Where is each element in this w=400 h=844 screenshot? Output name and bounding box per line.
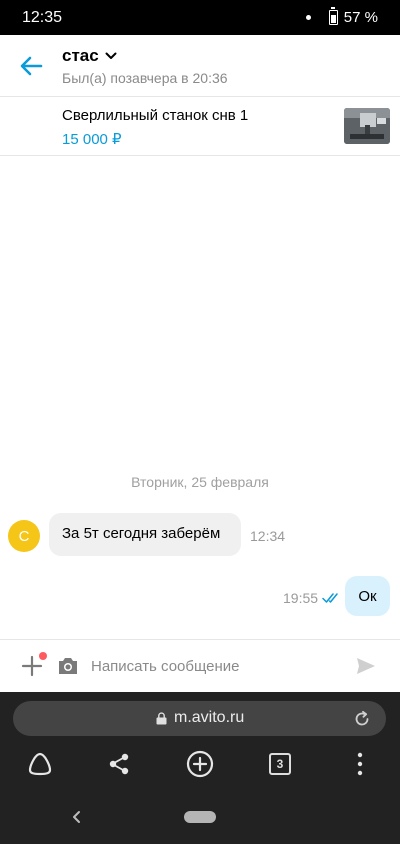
message-input[interactable] xyxy=(91,653,341,679)
address-bar[interactable]: m.avito.ru xyxy=(13,701,386,736)
last-seen-status: Был(а) позавчера в 20:36 xyxy=(62,70,228,86)
message-composer xyxy=(0,639,400,692)
status-right: 57 % xyxy=(305,7,378,26)
lock-icon xyxy=(156,712,167,725)
alice-icon[interactable] xyxy=(26,750,54,778)
avatar[interactable]: С xyxy=(8,520,40,552)
contact-name: стас xyxy=(62,46,99,65)
outgoing-message-bubble[interactable]: Ок xyxy=(345,576,390,616)
more-menu-icon[interactable] xyxy=(346,750,374,778)
drill-press-image xyxy=(344,108,390,144)
tabs-icon: 3 xyxy=(269,753,291,775)
home-pill-icon[interactable] xyxy=(184,811,216,823)
chat-header: стас Был(а) позавчера в 20:36 xyxy=(0,35,400,97)
notification-dot-icon xyxy=(305,15,311,20)
notification-badge xyxy=(39,652,47,660)
avatar-letter: С xyxy=(18,527,30,545)
chevron-down-icon xyxy=(105,52,117,59)
date-separator: Вторник, 25 февраля xyxy=(131,474,269,490)
share-icon[interactable] xyxy=(105,750,133,778)
incoming-message-text: За 5т сегодня заберём xyxy=(62,525,221,542)
nav-back-icon[interactable] xyxy=(70,810,84,824)
attach-button[interactable] xyxy=(20,652,47,678)
send-icon[interactable] xyxy=(355,655,377,677)
item-title: Сверлильный станок снв 1 xyxy=(62,107,249,124)
battery-icon xyxy=(328,7,338,25)
status-bar: 12:35 57 % xyxy=(0,0,400,35)
camera-icon[interactable] xyxy=(57,656,79,676)
battery-percent: 57 % xyxy=(343,9,378,26)
url-text: m.avito.ru xyxy=(174,709,245,726)
read-checkmarks-icon xyxy=(322,593,338,603)
tab-count: 3 xyxy=(276,757,284,771)
outgoing-message-text: Ок xyxy=(358,587,377,605)
tabs-button[interactable]: 3 xyxy=(266,750,294,778)
reload-icon[interactable] xyxy=(353,710,371,728)
browser-toolbar: m.avito.ru 3 xyxy=(0,692,400,844)
item-price: 15 000 ₽ xyxy=(62,131,122,148)
item-thumbnail[interactable] xyxy=(344,108,390,144)
back-arrow-icon[interactable] xyxy=(18,53,44,79)
outgoing-message-time: 19:55 xyxy=(283,590,319,606)
status-time: 12:35 xyxy=(22,9,63,26)
new-tab-icon[interactable] xyxy=(186,750,214,778)
contact-name-dropdown[interactable]: стас xyxy=(62,46,117,66)
incoming-message-time: 12:34 xyxy=(250,528,286,544)
item-card[interactable]: Сверлильный станок снв 1 15 000 ₽ xyxy=(0,97,400,156)
incoming-message-bubble[interactable]: За 5т сегодня заберём xyxy=(49,513,241,556)
